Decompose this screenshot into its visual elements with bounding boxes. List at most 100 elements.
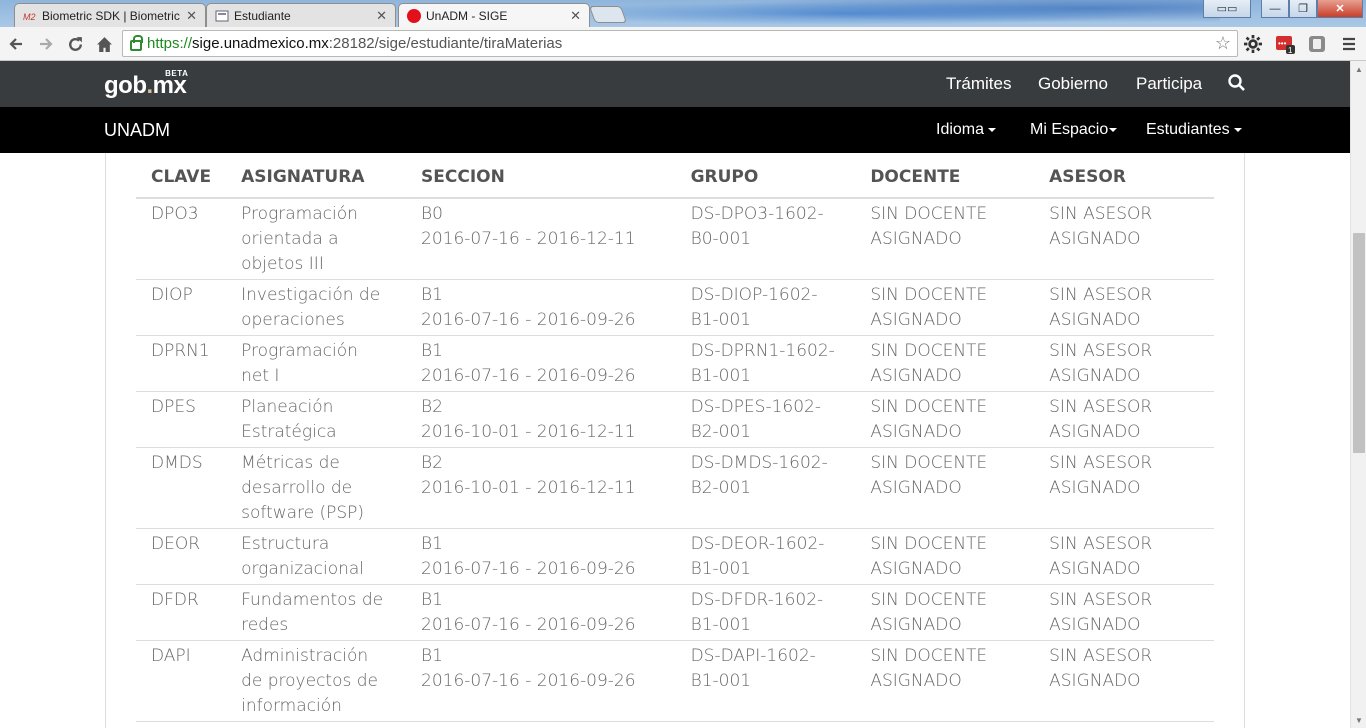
unadm-brand[interactable]: UNADM — [104, 120, 170, 141]
cell-asignatura: Estructura organizacional — [226, 528, 407, 585]
close-icon[interactable]: ✕ — [376, 8, 387, 24]
cell-grupo: DS-DAPI-1602-B1-001 — [675, 640, 856, 722]
cell-asesor: SIN ASESOR ASIGNADO — [1034, 391, 1214, 448]
cell-clave: DAPI — [136, 640, 227, 722]
beta-badge: BETA — [165, 69, 189, 78]
browser-toolbar: https://sige.unadmexico.mx:28182/sige/es… — [0, 27, 1366, 61]
scroll-down-icon[interactable]: ▼ — [1351, 712, 1366, 728]
table-row: DMDS Métricas de desarrollo de software (… — [136, 447, 1214, 529]
cell-grupo: DS-DEOR-1602-B1-001 — [675, 528, 856, 585]
browser-tab[interactable]: Estudiante ✕ — [206, 3, 396, 27]
cell-asesor: SIN ASESOR ASIGNADO — [1034, 198, 1214, 280]
unadm-navbar: UNADM Idioma Mi Espacio Estudiantes — [0, 107, 1350, 153]
minimize-button[interactable]: — — [1261, 0, 1289, 18]
header-asesor: ASESOR — [1034, 153, 1214, 199]
m2-icon: M2 — [23, 12, 36, 22]
caret-down-icon — [1109, 127, 1118, 132]
close-icon[interactable]: ✕ — [186, 8, 197, 24]
cell-asignatura: Administración de proyectos de informaci… — [226, 640, 407, 722]
seccion-code: B1 — [421, 341, 443, 361]
cell-docente: SIN DOCENTE ASIGNADO — [855, 279, 1035, 336]
nav-gobierno[interactable]: Gobierno — [1038, 74, 1108, 94]
address-bar[interactable]: https://sige.unadmexico.mx:28182/sige/es… — [122, 30, 1238, 57]
seccion-dates: 2016-07-16 - 2016-09-26 — [421, 559, 636, 579]
home-button[interactable] — [92, 32, 116, 56]
tab-title: UnADM - SIGE — [426, 8, 508, 23]
seccion-dates: 2016-07-16 - 2016-09-26 — [421, 310, 636, 330]
settings-gear-icon[interactable] — [1243, 34, 1263, 54]
cell-asesor: SIN ASESOR ASIGNADO — [1034, 584, 1214, 641]
cell-seccion: B2 2016-10-01 - 2016-12-11 — [406, 391, 676, 448]
seccion-dates: 2016-07-16 - 2016-12-11 — [421, 229, 636, 249]
browser-tab[interactable]: M2 Biometric SDK | Biometric ✕ — [14, 3, 206, 27]
reload-button[interactable] — [63, 32, 87, 56]
gob-mx-logo[interactable]: gob.mx BETA — [104, 69, 189, 100]
url-text: https://sige.unadmexico.mx:28182/sige/es… — [147, 35, 563, 52]
cell-asignatura: Programación orientada a objetos III — [226, 198, 407, 280]
cell-docente: SIN DOCENTE ASIGNADO — [855, 584, 1035, 641]
back-button[interactable] — [4, 32, 28, 56]
close-icon[interactable]: ✕ — [570, 8, 581, 24]
chrome-menu-icon[interactable] — [1339, 34, 1359, 54]
new-tab-button[interactable] — [588, 6, 628, 23]
page-scrollbar[interactable]: ▲ ▼ — [1350, 61, 1366, 728]
scrollbar-thumb[interactable] — [1353, 233, 1365, 453]
cell-seccion: B0 2016-07-16 - 2016-12-11 — [406, 198, 676, 280]
extension-badge-icon[interactable]: ••• 1 — [1276, 34, 1296, 54]
cell-clave: DPRN1 — [136, 335, 227, 392]
seccion-code: B0 — [421, 204, 443, 224]
header-grupo: GRUPO — [675, 153, 856, 199]
search-icon[interactable] — [1227, 73, 1247, 93]
arrow-right-icon — [40, 38, 53, 50]
scroll-up-icon[interactable]: ▲ — [1351, 61, 1366, 77]
browser-tabstrip: M2 Biometric SDK | Biometric ✕ Estudiant… — [0, 0, 1366, 27]
cell-seccion: B1 2016-07-16 - 2016-09-26 — [406, 584, 676, 641]
cell-clave: DEOR — [136, 528, 227, 585]
cell-seccion: B1 2016-07-16 - 2016-09-26 — [406, 335, 676, 392]
forward-button[interactable] — [34, 32, 58, 56]
cell-clave: DIOP — [136, 279, 227, 336]
menu-estudiantes[interactable]: Estudiantes — [1146, 121, 1242, 139]
cell-asesor: SIN ASESOR ASIGNADO — [1034, 528, 1214, 585]
page-icon — [215, 10, 229, 21]
arrow-left-icon — [9, 38, 22, 50]
maximize-button[interactable]: ❐ — [1289, 0, 1317, 18]
svg-text:1: 1 — [1288, 46, 1293, 54]
header-docente: DOCENTE — [855, 153, 1035, 199]
browser-tab-active[interactable]: UnADM - SIGE ✕ — [398, 3, 590, 27]
cell-asesor: SIN ASESOR ASIGNADO — [1034, 447, 1214, 529]
bookmark-star-icon[interactable]: ☆ — [1215, 33, 1231, 54]
cell-clave: DFDR — [136, 584, 227, 641]
user-profile-button[interactable]: ▭▭ — [1203, 0, 1251, 18]
cell-asesor: SIN ASESOR ASIGNADO — [1034, 640, 1214, 722]
table-body: DPO3 Programación orientada a objetos III… — [136, 198, 1214, 722]
cell-grupo: DS-DPRN1-1602-B1-001 — [675, 335, 856, 392]
menu-idioma[interactable]: Idioma — [936, 121, 997, 139]
tab-title: Estudiante — [234, 8, 291, 23]
cell-grupo: DS-DPO3-1602-B0-001 — [675, 198, 856, 280]
nav-tramites[interactable]: Trámites — [946, 74, 1012, 94]
seccion-code: B1 — [421, 534, 443, 554]
cell-asignatura: Fundamentos de redes — [226, 584, 407, 641]
home-icon — [96, 36, 112, 52]
seccion-dates: 2016-07-16 - 2016-09-26 — [421, 671, 636, 691]
lock-icon — [130, 35, 143, 51]
header-clave: CLAVE — [136, 153, 227, 199]
menu-mi-espacio[interactable]: Mi Espacio — [1030, 121, 1118, 139]
nav-participa[interactable]: Participa — [1136, 74, 1202, 94]
window-close-button[interactable]: ✕ — [1317, 0, 1363, 18]
cell-docente: SIN DOCENTE ASIGNADO — [855, 198, 1035, 280]
seccion-dates: 2016-07-16 - 2016-09-26 — [421, 615, 636, 635]
caret-down-icon — [988, 127, 997, 132]
svg-text:M2: M2 — [23, 12, 36, 22]
cell-seccion: B1 2016-07-16 - 2016-09-26 — [406, 279, 676, 336]
gob-mx-header: gob.mx BETA Trámites Gobierno Participa — [0, 61, 1350, 107]
cell-grupo: DS-DIOP-1602-B1-001 — [675, 279, 856, 336]
extension-icon[interactable] — [1307, 34, 1327, 54]
seccion-code: B1 — [421, 285, 443, 305]
cell-grupo: DS-DFDR-1602-B1-001 — [675, 584, 856, 641]
cell-grupo: DS-DMDS-1602-B2-001 — [675, 447, 856, 529]
table-row: DPES Planeación Estratégica B2 2016-10-01 -… — [136, 391, 1214, 448]
table-header-row: CLAVE ASIGNATURA SECCION GRUPO DOCENTE A… — [136, 153, 1214, 199]
cell-grupo: DS-DPES-1602-B2-001 — [675, 391, 856, 448]
